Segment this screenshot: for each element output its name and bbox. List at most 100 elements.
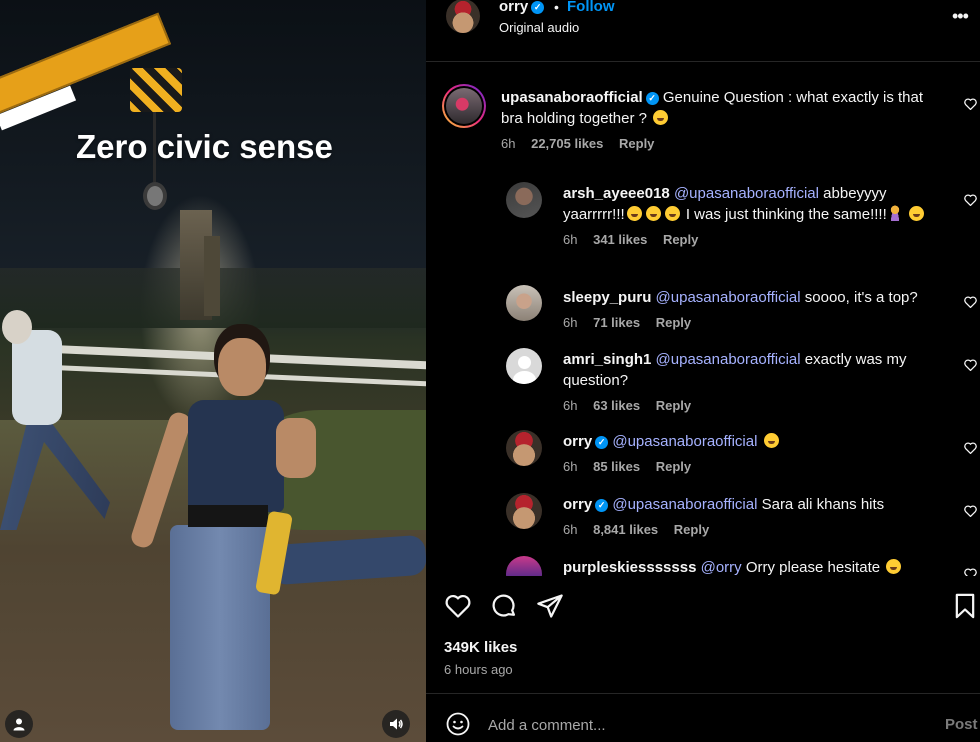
avatar[interactable] — [506, 493, 542, 529]
comment-text: soooo, it's a top? — [804, 289, 918, 306]
avatar[interactable] — [506, 348, 542, 384]
comment-likes[interactable]: 85 likes — [593, 459, 640, 474]
post-button[interactable]: Post — [945, 716, 978, 733]
share-icon[interactable] — [536, 592, 564, 620]
walking-person — [12, 330, 62, 425]
comment-username[interactable]: orry — [563, 496, 592, 513]
heart-icon[interactable] — [964, 98, 977, 111]
video-caption-overlay: Zero civic sense — [76, 128, 333, 165]
main-person-head — [218, 338, 266, 396]
laughing-emoji-icon — [763, 433, 779, 448]
heart-icon[interactable] — [964, 505, 977, 518]
comment-time: 6h — [563, 522, 578, 537]
reply-button[interactable]: Reply — [656, 459, 691, 474]
facepalm-emoji-icon — [888, 205, 901, 221]
rofl-emoji-icon — [664, 206, 680, 221]
post-timestamp: 6 hours ago — [444, 662, 513, 677]
comment-likes[interactable]: 71 likes — [593, 315, 640, 330]
bookmark-icon[interactable] — [951, 592, 979, 620]
laughing-emoji-icon — [908, 206, 924, 221]
comment-input[interactable] — [488, 714, 908, 736]
mention-link[interactable]: @upasanaboraofficial — [674, 185, 819, 202]
reel-video[interactable]: Zero civic sense — [0, 0, 426, 742]
post-panel: orry ✓ • Follow Original audio ••• upasan… — [426, 0, 980, 742]
comment-text: I was just thinking the same!!!! — [685, 206, 887, 223]
reply-button[interactable]: Reply — [674, 522, 709, 537]
likes-count[interactable]: 349K likes — [444, 639, 517, 656]
comment: amri_singh1 @upasanaboraofficial exactly… — [563, 349, 943, 413]
main-person-legs — [170, 525, 270, 730]
comment-username[interactable]: purpleskiesssssss — [563, 559, 696, 576]
verified-icon: ✓ — [595, 498, 609, 512]
comment-icon[interactable] — [490, 592, 518, 620]
follow-button[interactable]: Follow — [567, 0, 615, 15]
reply-button[interactable]: Reply — [663, 232, 698, 247]
comment-username[interactable]: arsh_ayeee018 — [563, 185, 670, 202]
comment-username[interactable]: orry — [563, 433, 592, 450]
separator-dot: • — [554, 0, 559, 15]
comment-username[interactable]: upasanaboraofficial — [501, 89, 643, 106]
heart-icon[interactable] — [444, 592, 472, 620]
avatar[interactable] — [506, 182, 542, 218]
reply-button[interactable]: Reply — [619, 136, 654, 151]
comments-list[interactable]: upasanaboraofficial ✓ Genuine Question : … — [426, 63, 980, 576]
comment-time: 6h — [563, 232, 578, 247]
comment: sleepy_puru @upasanaboraofficial soooo, … — [563, 287, 953, 330]
verified-icon: ✓ — [531, 0, 545, 14]
comment: orry ✓ @upasanaboraofficial 6h 85 likes R… — [563, 431, 943, 474]
verified-icon: ✓ — [645, 91, 659, 105]
comment-likes[interactable]: 341 likes — [593, 232, 647, 247]
comment-time: 6h — [501, 136, 516, 151]
reply-button[interactable]: Reply — [656, 315, 691, 330]
crying-emoji-icon — [653, 110, 669, 125]
mention-link[interactable]: @upasanaboraofficial — [656, 289, 801, 306]
main-person-arm — [276, 418, 316, 478]
rofl-emoji-icon — [886, 559, 902, 574]
crane-head — [130, 68, 182, 112]
avatar[interactable] — [446, 0, 480, 33]
heart-icon[interactable] — [964, 568, 977, 576]
comment-username[interactable]: sleepy_puru — [563, 289, 651, 306]
mention-link[interactable]: @upasanaboraofficial — [612, 433, 757, 450]
mention-link[interactable]: @upasanaboraofficial — [656, 351, 801, 368]
smiley-icon[interactable] — [446, 712, 470, 736]
walking-person-head — [2, 310, 32, 344]
comment-likes[interactable]: 22,705 likes — [531, 136, 603, 151]
author-username[interactable]: orry ✓ — [499, 0, 545, 15]
add-comment-bar: Post — [426, 693, 980, 742]
heart-icon[interactable] — [964, 194, 977, 207]
comment-username[interactable]: amri_singh1 — [563, 351, 651, 368]
action-bar — [426, 590, 980, 624]
main-person-belt — [188, 505, 268, 527]
original-audio-link[interactable]: Original audio — [499, 20, 579, 35]
comment-time: 6h — [563, 398, 578, 413]
heart-icon[interactable] — [964, 442, 977, 455]
building — [204, 236, 220, 316]
heart-icon[interactable] — [964, 359, 977, 372]
rofl-emoji-icon — [645, 206, 661, 221]
user-icon[interactable] — [5, 710, 33, 738]
comment: arsh_ayeee018 @upasanaboraofficial abbey… — [563, 183, 943, 247]
avatar[interactable] — [506, 430, 542, 466]
reply-button[interactable]: Reply — [656, 398, 691, 413]
main-person-body — [188, 400, 284, 512]
comment: orry ✓ @upasanaboraofficial Sara ali khan… — [563, 494, 943, 537]
avatar[interactable] — [506, 285, 542, 321]
speaker-icon[interactable] — [382, 710, 410, 738]
comment-time: 6h — [563, 459, 578, 474]
heart-icon[interactable] — [964, 296, 977, 309]
post-header: orry ✓ • Follow Original audio ••• — [426, 0, 980, 62]
verified-icon: ✓ — [595, 435, 609, 449]
mention-link[interactable]: @orry — [701, 559, 742, 576]
mention-link[interactable]: @upasanaboraofficial — [612, 496, 757, 513]
avatar[interactable] — [442, 84, 486, 128]
comment-likes[interactable]: 63 likes — [593, 398, 640, 413]
comment: upasanaboraofficial ✓ Genuine Question : … — [501, 87, 941, 151]
comment-time: 6h — [563, 315, 578, 330]
comment-likes[interactable]: 8,841 likes — [593, 522, 658, 537]
comment-text: Sara ali khans hits — [761, 496, 885, 513]
comment: purpleskiesssssss @orry Orry please hesi… — [563, 557, 953, 576]
more-icon[interactable]: ••• — [952, 6, 969, 27]
avatar[interactable] — [506, 556, 542, 576]
crane-hook — [143, 182, 167, 210]
